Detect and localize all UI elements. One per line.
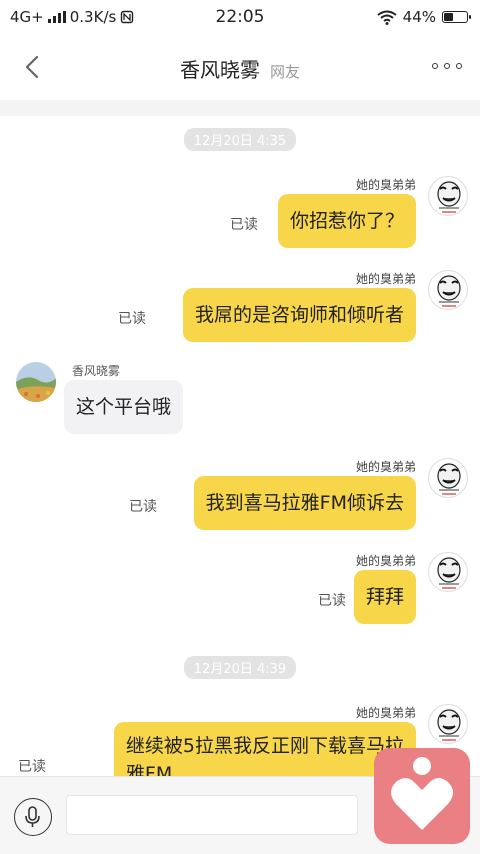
sender-name: 她的臭弟弟 — [355, 460, 416, 474]
meme-face-icon — [437, 463, 461, 495]
timestamp-divider: 12月20日 4:39 — [0, 656, 480, 679]
message-bubble[interactable]: 我到喜马拉雅FM倾诉去 — [193, 476, 416, 530]
status-right: 44% — [377, 8, 471, 26]
meme-face-icon — [437, 709, 461, 741]
sender-name: 她的臭弟弟 — [355, 706, 416, 720]
message-line: 雅FM — [125, 763, 173, 776]
avatar[interactable] — [428, 176, 468, 216]
message-bubble[interactable]: 我屌的是咨询师和倾听者 — [182, 288, 416, 342]
read-receipt: 已读 — [318, 593, 346, 609]
avatar[interactable] — [16, 362, 56, 402]
timestamp-text: 12月20日 4:39 — [183, 656, 297, 679]
message-line: 继续被5拉黑我反正刚下载喜马拉 — [125, 735, 404, 757]
timestamp-text: 12月20日 4:35 — [183, 128, 297, 151]
more-button[interactable] — [432, 56, 462, 76]
message-outgoing: 她的臭弟弟 已读 我到喜马拉雅FM倾诉去 — [0, 458, 480, 548]
avatar[interactable] — [428, 270, 468, 310]
message-outgoing: 她的臭弟弟 已读 你招惹你了？ — [0, 176, 480, 266]
message-outgoing: 她的臭弟弟 已读 我屌的是咨询师和倾听者 — [0, 270, 480, 360]
message-outgoing: 她的臭弟弟 已读 拜拜 — [0, 552, 480, 642]
sender-name: 她的臭弟弟 — [355, 554, 416, 568]
message-bubble[interactable]: 你招惹你了？ — [277, 194, 416, 248]
floating-app-button[interactable] — [374, 748, 470, 844]
read-receipt: 已读 — [118, 311, 146, 327]
meme-face-icon — [437, 275, 461, 307]
message-bubble[interactable]: 继续被5拉黑我反正刚下载喜马拉雅FM — [113, 722, 416, 776]
contact-name: 香风晓雾 — [179, 58, 260, 82]
message-bubble[interactable]: 拜拜 — [353, 570, 416, 624]
sender-name: 她的臭弟弟 — [355, 272, 416, 286]
read-receipt: 已读 — [18, 759, 46, 775]
avatar[interactable] — [428, 704, 468, 744]
battery-percent: 44% — [402, 8, 436, 26]
message-bubble[interactable]: 这个平台哦 — [64, 380, 184, 434]
message-list[interactable]: 12月20日 4:35 她的臭弟弟 已读 你招惹你了？ 她的臭弟弟 已读 我屌的… — [0, 116, 480, 776]
sender-name: 她的臭弟弟 — [355, 178, 416, 192]
avatar[interactable] — [428, 458, 468, 498]
meme-face-icon — [437, 557, 461, 589]
read-receipt: 已读 — [129, 499, 157, 515]
read-receipt: 已读 — [230, 217, 258, 233]
wifi-icon — [377, 10, 397, 25]
status-bar: 4G+ 0.3K/s 22:05 44% — [0, 0, 480, 34]
battery-fill — [444, 13, 454, 21]
contact-relation: 网友 — [269, 63, 300, 81]
heart-person-icon — [391, 757, 453, 830]
landscape-avatar-icon — [16, 362, 56, 402]
microphone-icon — [25, 806, 40, 827]
message-incoming: 香风晓雾 这个平台哦 — [0, 362, 480, 452]
more-dots-icon — [432, 63, 462, 69]
battery-icon — [442, 11, 471, 23]
message-input[interactable] — [66, 795, 358, 835]
header-title-group: 香风晓雾 网友 — [0, 54, 480, 83]
sender-name: 香风晓雾 — [72, 364, 121, 378]
voice-button[interactable] — [14, 798, 52, 836]
meme-face-icon — [437, 181, 461, 213]
timestamp-divider: 12月20日 4:35 — [0, 128, 480, 151]
chat-header: 香风晓雾 网友 — [0, 34, 480, 100]
avatar[interactable] — [428, 552, 468, 592]
